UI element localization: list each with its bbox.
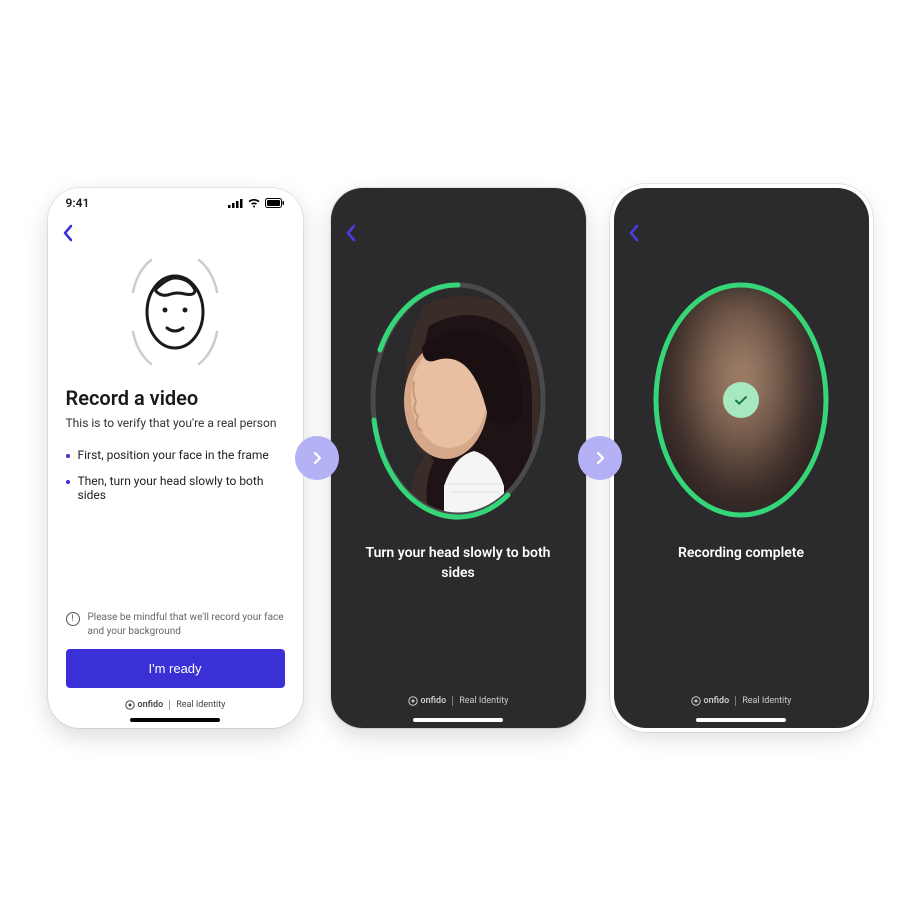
divider [169, 700, 170, 710]
bullet-icon [66, 480, 70, 484]
face-capture-frame [368, 280, 548, 520]
check-icon [733, 392, 749, 408]
bullet-text: Then, turn your head slowly to both side… [78, 474, 285, 502]
brand-footer: onfido Real Identity [691, 696, 792, 728]
onfido-mark-icon [691, 696, 701, 706]
brand-footer: onfido Real Identity [408, 696, 509, 728]
info-icon: ! [66, 612, 80, 626]
phone-intro: 9:41 [48, 188, 303, 728]
instruction-text: Turn your head slowly to both sides [331, 544, 586, 583]
page-title: Record a video [66, 386, 285, 410]
wifi-icon [247, 198, 261, 208]
brand-name: onfido [138, 700, 164, 710]
notice-text: Please be mindful that we'll record your… [88, 611, 285, 639]
instruction-text: Recording complete [658, 544, 824, 564]
status-bar [614, 188, 869, 218]
onfido-mark-icon [408, 696, 418, 706]
status-icons [228, 198, 285, 208]
chevron-right-icon [310, 451, 324, 465]
brand-logo: onfido [125, 700, 164, 710]
bullet-icon [66, 454, 70, 458]
instructions-list: First, position your face in the frame T… [66, 448, 285, 514]
progress-ring [368, 280, 548, 520]
brand-logo: onfido [408, 696, 447, 706]
privacy-notice: ! Please be mindful that we'll record yo… [66, 611, 285, 639]
phone-capture: Turn your head slowly to both sides onfi… [331, 188, 586, 728]
onfido-mark-icon [125, 700, 135, 710]
nav-bar [614, 218, 869, 248]
home-indicator [130, 718, 220, 722]
back-button[interactable] [628, 224, 639, 242]
phone-complete: Recording complete onfido Real Identity [614, 188, 869, 728]
list-item: First, position your face in the frame [66, 448, 285, 462]
brand-name: onfido [421, 696, 447, 706]
status-bar: 9:41 [48, 188, 303, 218]
nav-bar [48, 218, 303, 248]
list-item: Then, turn your head slowly to both side… [66, 474, 285, 502]
brand-tagline: Real Identity [459, 696, 508, 706]
battery-icon [265, 198, 285, 208]
ready-button[interactable]: I'm ready [66, 649, 285, 688]
back-button[interactable] [345, 224, 356, 242]
status-bar [331, 188, 586, 218]
bullet-text: First, position your face in the frame [78, 448, 269, 462]
nav-bar [331, 218, 586, 248]
brand-logo: onfido [691, 696, 730, 706]
signal-icon [228, 198, 243, 208]
divider [452, 696, 453, 706]
chevron-right-icon [593, 451, 607, 465]
divider [735, 696, 736, 706]
home-indicator [696, 718, 786, 722]
page-subtitle: This is to verify that you're a real per… [66, 416, 285, 430]
brand-name: onfido [704, 696, 730, 706]
home-indicator [413, 718, 503, 722]
face-frame-illustration [66, 248, 285, 386]
brand-footer: onfido Real Identity [66, 700, 285, 728]
flow-arrow [295, 436, 339, 480]
flow-arrow [578, 436, 622, 480]
status-time: 9:41 [66, 196, 90, 210]
brand-tagline: Real Identity [742, 696, 791, 706]
back-button[interactable] [62, 224, 73, 242]
face-outline-icon [127, 254, 223, 370]
face-capture-frame [651, 280, 831, 520]
success-badge [723, 382, 759, 418]
brand-tagline: Real Identity [176, 700, 225, 710]
